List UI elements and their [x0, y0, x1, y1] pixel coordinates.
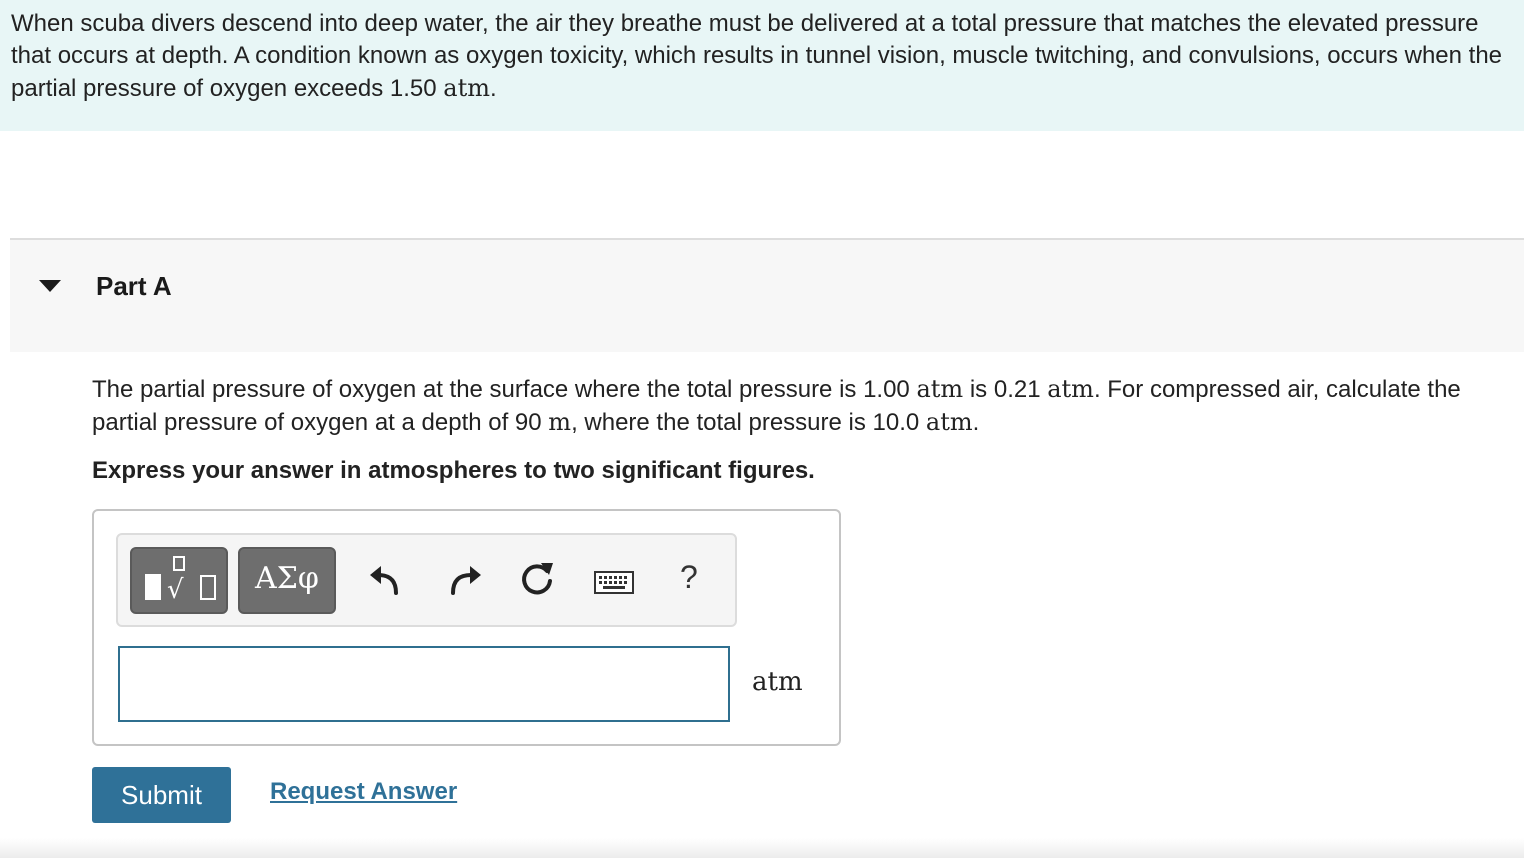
answer-instruction: Express your answer in atmospheres to tw…	[92, 457, 815, 484]
answer-unit: atm	[752, 667, 803, 697]
svg-text:√: √	[167, 575, 184, 605]
undo-icon[interactable]	[366, 553, 410, 609]
question-unit: atm	[1047, 375, 1094, 403]
question-unit: atm	[916, 375, 964, 403]
question-segment: The partial pressure of oxygen at the su…	[92, 376, 917, 403]
greek-symbols-icon: ΑΣφ	[255, 561, 319, 596]
math-toolbar: √ ΑΣφ ?	[116, 533, 737, 627]
request-answer-link[interactable]: Request Answer	[270, 778, 457, 806]
part-title: Part A	[96, 271, 172, 301]
intro-text: When scuba divers descend into deep wate…	[11, 10, 1503, 102]
submit-button[interactable]: Submit	[92, 767, 231, 823]
question-segment: .	[972, 409, 980, 436]
collapse-triangle-icon[interactable]	[39, 280, 61, 292]
question-unit: atm	[925, 408, 973, 436]
answer-box: √ ΑΣφ ? atm	[92, 509, 841, 746]
keyboard-icon[interactable]	[592, 553, 636, 609]
greek-symbols-button[interactable]: ΑΣφ	[238, 547, 336, 614]
bottom-divider	[0, 838, 1524, 858]
part-header[interactable]: Part A	[10, 238, 1524, 352]
question-text: The partial pressure of oxygen at the su…	[92, 373, 1492, 439]
question-segment: , where the total pressure is 10.0	[571, 409, 926, 436]
redo-icon[interactable]	[441, 553, 485, 609]
templates-button[interactable]: √	[130, 547, 228, 614]
templates-icon: √	[145, 556, 216, 605]
help-icon[interactable]: ?	[680, 559, 698, 596]
answer-input[interactable]	[118, 646, 730, 722]
reset-icon[interactable]	[515, 553, 559, 609]
question-segment: is 0.21	[963, 376, 1048, 403]
problem-intro: When scuba divers descend into deep wate…	[0, 0, 1524, 131]
intro-unit: atm	[443, 74, 490, 102]
intro-period: .	[489, 75, 497, 102]
question-unit: m	[548, 408, 572, 436]
